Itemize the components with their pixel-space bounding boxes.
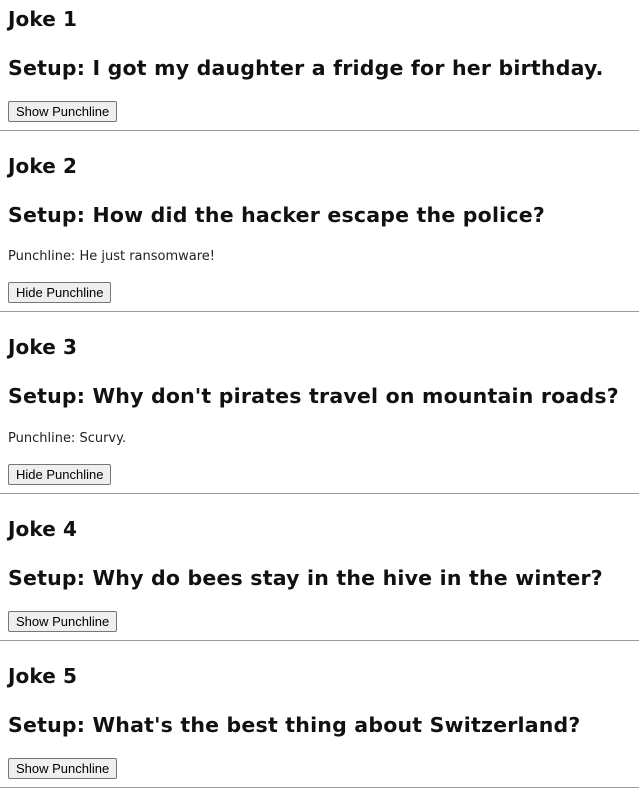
joke-divider bbox=[0, 787, 639, 788]
hide-punchline-button[interactable]: Hide Punchline bbox=[8, 282, 112, 303]
joke-divider bbox=[0, 130, 639, 131]
joke-title: Joke 5 bbox=[8, 664, 77, 688]
joke-divider bbox=[0, 640, 639, 641]
joke-punchline: Punchline: He just ransomware! bbox=[8, 249, 216, 264]
joke-setup: Setup: How did the hacker escape the pol… bbox=[8, 203, 545, 227]
joke-title: Joke 4 bbox=[8, 517, 77, 541]
joke-title: Joke 1 bbox=[8, 7, 77, 31]
jokes-page: Joke 1 Setup: I got my daughter a fridge… bbox=[0, 0, 639, 802]
joke-setup: Setup: I got my daughter a fridge for he… bbox=[8, 56, 604, 80]
show-punchline-button[interactable]: Show Punchline bbox=[8, 101, 118, 122]
joke-divider bbox=[0, 311, 639, 312]
show-punchline-button[interactable]: Show Punchline bbox=[8, 611, 118, 632]
joke-setup: Setup: What's the best thing about Switz… bbox=[8, 713, 581, 737]
hide-punchline-button[interactable]: Hide Punchline bbox=[8, 464, 112, 485]
joke-title: Joke 3 bbox=[8, 335, 77, 359]
joke-setup: Setup: Why don't pirates travel on mount… bbox=[8, 384, 619, 408]
joke-title: Joke 2 bbox=[8, 154, 77, 178]
show-punchline-button[interactable]: Show Punchline bbox=[8, 758, 118, 779]
joke-setup: Setup: Why do bees stay in the hive in t… bbox=[8, 566, 603, 590]
joke-punchline: Punchline: Scurvy. bbox=[8, 431, 127, 446]
joke-divider bbox=[0, 493, 639, 494]
